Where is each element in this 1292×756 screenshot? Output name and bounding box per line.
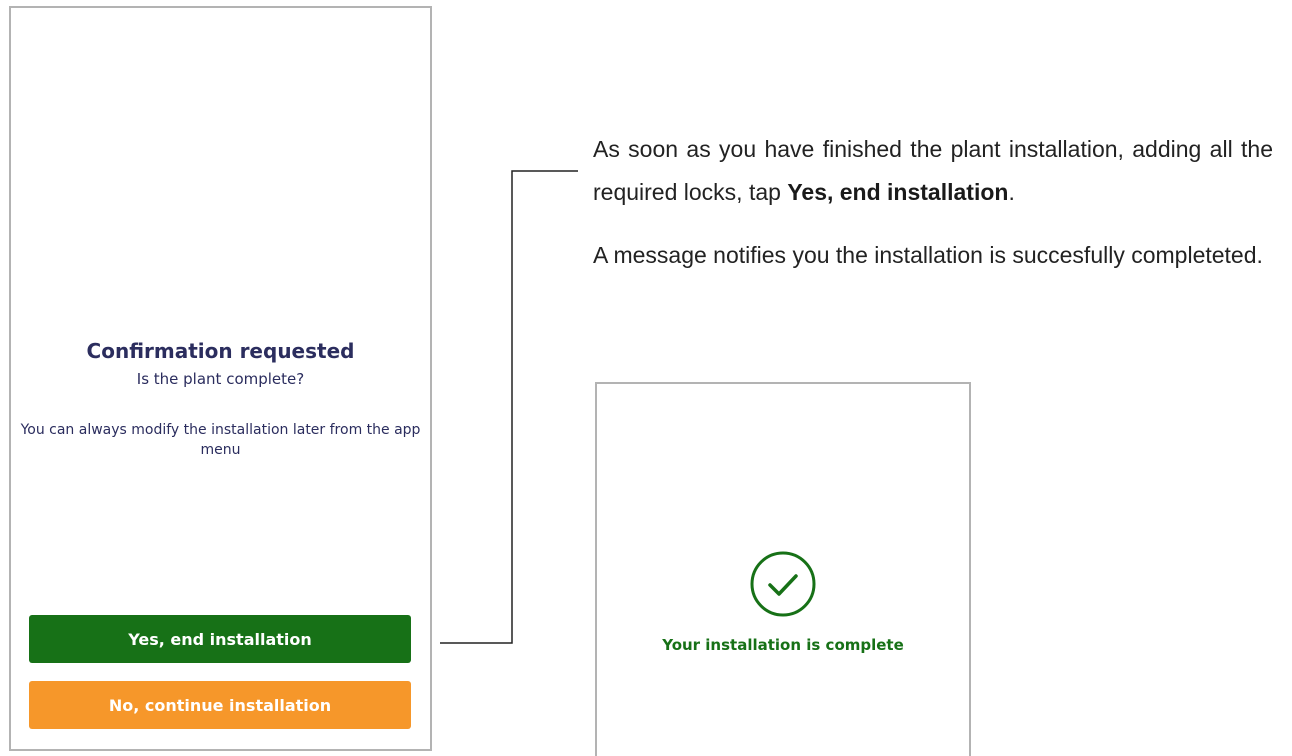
yes-end-installation-button[interactable]: Yes, end installation <box>29 615 411 663</box>
instruction-paragraph-1: As soon as you have finished the plant i… <box>593 136 1273 205</box>
no-continue-installation-button[interactable]: No, continue installation <box>29 681 411 729</box>
callout-connector-line <box>440 170 578 644</box>
check-circle-icon <box>750 551 816 617</box>
dialog-title: Confirmation requested <box>86 339 355 363</box>
confirmation-screen: Confirmation requested Is the plant comp… <box>9 6 432 751</box>
dialog-subtitle: Is the plant complete? <box>136 370 305 388</box>
yes-end-installation-emphasis: Yes, end installation <box>787 179 1009 205</box>
dialog-note: You can always modify the installation l… <box>20 422 421 458</box>
instructions-text: As soon as you have finished the plant i… <box>593 128 1273 297</box>
success-screen: Your installation is complete <box>595 382 971 756</box>
instruction-paragraph-2: A message notifies you the installation … <box>593 242 1263 268</box>
success-message: Your installation is complete <box>662 636 904 654</box>
